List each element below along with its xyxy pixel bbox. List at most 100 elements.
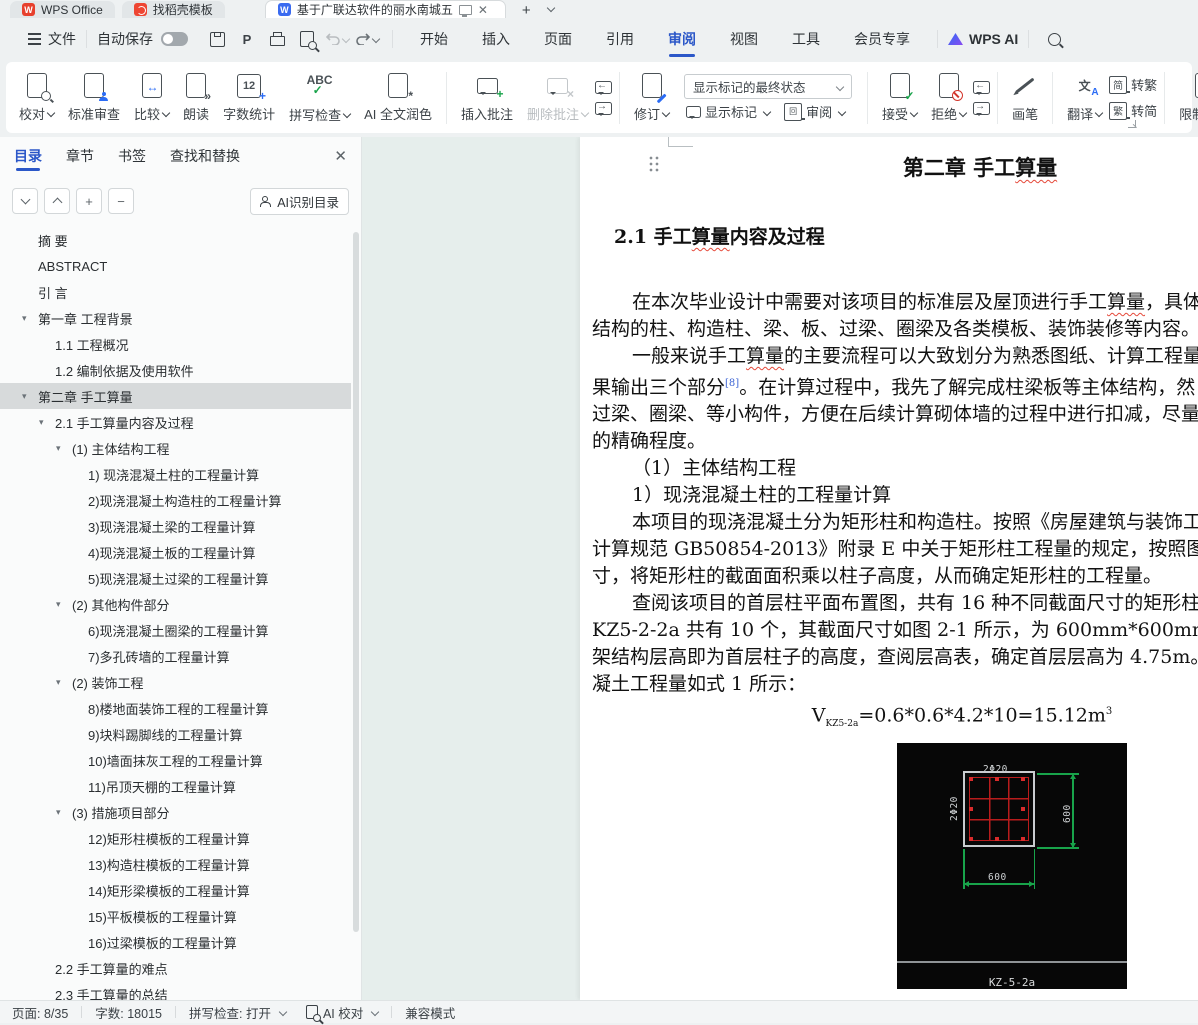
ai-proofread-status[interactable]: AI 校对 (305, 1003, 380, 1022)
ai-polish-button[interactable]: * AI 全文润色 (357, 68, 439, 128)
sidebar-scrollbar[interactable] (353, 232, 359, 932)
new-tab-button[interactable]: + (522, 3, 531, 18)
toc-item[interactable]: ▾ 13)构造柱模板的工程量计算 (0, 851, 351, 877)
close-tab-icon[interactable]: ✕ (478, 4, 488, 16)
ink-brush-button[interactable]: 画笔 (1005, 68, 1045, 128)
word-count-button[interactable]: 12 + 字数统计 (216, 68, 282, 128)
toc-expand-arrow[interactable]: ▾ (22, 313, 38, 324)
sidebar-tab[interactable]: 书签 (118, 137, 146, 175)
word-count-indicator[interactable]: 字数: 18015 (95, 1003, 162, 1022)
traditional-to-simplified-button[interactable]: 繁 转简 (1109, 101, 1157, 120)
previous-comment-icon[interactable]: ← (595, 80, 613, 95)
toc-item[interactable]: ▾ 3)现浇混凝土梁的工程量计算 (0, 513, 351, 539)
proofread-button[interactable]: 校对 (12, 68, 61, 128)
group-expand-icon[interactable] (1128, 120, 1136, 128)
toc-expand-arrow[interactable]: ▾ (22, 391, 38, 402)
print-preview-button[interactable] (292, 27, 322, 51)
previous-revision-icon[interactable]: ← (973, 80, 991, 95)
menu-tab[interactable]: 引用 (589, 18, 651, 60)
toc-expand-all-button[interactable] (12, 188, 38, 214)
toc-item[interactable]: ▾ 6)现浇混凝土圈梁的工程量计算 (0, 617, 351, 643)
toc-item[interactable]: ▾ 15)平板模板的工程量计算 (0, 903, 351, 929)
accept-button[interactable]: ✓ 接受 (875, 68, 924, 128)
toc-item[interactable]: ▾ ABSTRACT (0, 253, 351, 279)
menu-tab[interactable]: 视图 (713, 18, 775, 60)
toc-item[interactable]: ▾ (1) 主体结构工程 (0, 435, 351, 461)
tab-wps-office[interactable]: W WPS Office (10, 1, 115, 18)
toc-expand-arrow[interactable]: ▾ (56, 807, 72, 818)
toc-item[interactable]: ▾ 12)矩形柱模板的工程量计算 (0, 825, 351, 851)
insert-comment-button[interactable]: + 插入批注 (454, 68, 520, 128)
delete-comment-button[interactable]: × 删除批注 (520, 68, 595, 128)
toc-item[interactable]: ▾ 1.1 工程概况 (0, 331, 351, 357)
track-changes-button[interactable]: 修订 (627, 68, 676, 128)
save-button[interactable] (202, 27, 232, 51)
toc-item[interactable]: ▾ 引 言 (0, 279, 351, 305)
wps-ai-button[interactable]: WPS AI (948, 31, 1018, 47)
toc-item[interactable]: ▾ 8)楼地面装饰工程的工程量计算 (0, 695, 351, 721)
markup-state-select[interactable]: 显示标记的最终状态 (684, 74, 853, 99)
sidebar-tab[interactable]: 查找和替换 (170, 137, 240, 175)
toc-item[interactable]: ▾ 第一章 工程背景 (0, 305, 351, 331)
toc-item[interactable]: ▾ (3) 措施项目部分 (0, 799, 351, 825)
toc-expand-arrow[interactable]: ▾ (39, 417, 55, 428)
restrict-editing-button[interactable]: 限制编辑 (1172, 68, 1198, 128)
toc-item[interactable]: ▾ (2) 其他构件部分 (0, 591, 351, 617)
next-comment-icon[interactable]: → (595, 101, 613, 116)
toc-item[interactable]: ▾ 11)吊顶天棚的工程量计算 (0, 773, 351, 799)
menu-tab[interactable]: 页面 (527, 18, 589, 60)
ai-recognize-toc-button[interactable]: AI识别目录 (250, 187, 349, 215)
search-button[interactable] (1039, 27, 1069, 51)
tab-document[interactable]: W 基于广联达软件的丽水南城五 ✕ (264, 0, 506, 18)
review-pane-button[interactable]: 回 审阅 (784, 102, 847, 121)
print-button[interactable] (262, 27, 292, 51)
toc-expand-arrow[interactable]: ▾ (56, 599, 72, 610)
sidebar-tab[interactable]: 章节 (66, 137, 94, 175)
menu-tab[interactable]: 开始 (403, 18, 465, 60)
toc-item[interactable]: ▾ 9)块料踢脚线的工程量计算 (0, 721, 351, 747)
toc-item[interactable]: ▾ 2.2 手工算量的难点 (0, 955, 351, 981)
document-page[interactable]: 第二章 手工算量 2.1 手工算量内容及过程 在本次毕业设计中需要对该项目的标准… (580, 137, 1198, 1000)
spell-check-button[interactable]: ABC 拼写检查 (282, 68, 357, 128)
undo-button[interactable] (322, 27, 352, 51)
toc-item[interactable]: ▾ 10)墙面抹灰工程的工程量计算 (0, 747, 351, 773)
toc-item[interactable]: ▾ 2.3 手工算量的总结 (0, 981, 351, 1001)
page-indicator[interactable]: 页面: 8/35 (12, 1003, 68, 1022)
device-sync-icon[interactable] (458, 4, 472, 17)
toc-zoom-in-button[interactable]: + (76, 188, 102, 214)
toc-item[interactable]: ▾ 2.1 手工算量内容及过程 (0, 409, 351, 435)
spell-check-status[interactable]: 拼写检查: 打开 (189, 1003, 288, 1022)
paragraph-drag-handle-icon[interactable] (648, 155, 659, 172)
tab-docer-templates[interactable]: 找稻壳模板 (121, 1, 225, 18)
toc-item[interactable]: ▾ 1) 现浇混凝土柱的工程量计算 (0, 461, 351, 487)
menu-tab[interactable]: 工具 (775, 18, 837, 60)
translate-button[interactable]: 文A 翻译 (1060, 68, 1109, 128)
menu-tab[interactable]: 插入 (465, 18, 527, 60)
tab-list-dropdown[interactable] (545, 0, 555, 18)
toc-zoom-out-button[interactable]: − (108, 188, 134, 214)
sidebar-tab[interactable]: 目录 (14, 137, 42, 175)
standard-review-button[interactable]: 标准审查 (61, 68, 127, 128)
toc-item[interactable]: ▾ 摘 要 (0, 227, 351, 253)
sidebar-close-icon[interactable]: ✕ (334, 147, 347, 165)
autosave-toggle[interactable] (161, 32, 188, 46)
toc-item[interactable]: ▾ 第二章 手工算量 (0, 383, 351, 409)
autosave-control[interactable]: 自动保存 (97, 29, 188, 49)
toc-item[interactable]: ▾ 1.2 编制依据及使用软件 (0, 357, 351, 383)
reject-button[interactable]: 拒绝 (924, 68, 973, 128)
menu-tab[interactable]: 会员专享 (837, 18, 927, 60)
toc-item[interactable]: ▾ 16)过梁模板的工程量计算 (0, 929, 351, 955)
toc-item[interactable]: ▾ 14)矩形梁模板的工程量计算 (0, 877, 351, 903)
read-aloud-button[interactable]: » 朗读 (176, 68, 216, 128)
export-pdf-button[interactable]: P (232, 27, 262, 51)
next-revision-icon[interactable]: → (973, 101, 991, 116)
toc-item[interactable]: ▾ 2)现浇混凝土构造柱的工程量计算 (0, 487, 351, 513)
redo-button[interactable] (352, 27, 382, 51)
toc-item[interactable]: ▾ 5)现浇混凝土过梁的工程量计算 (0, 565, 351, 591)
toc-expand-arrow[interactable]: ▾ (56, 677, 72, 688)
file-menu[interactable]: 文件 (28, 29, 76, 49)
toc-item[interactable]: ▾ (2) 装饰工程 (0, 669, 351, 695)
compare-button[interactable]: ↔ 比较 (127, 68, 176, 128)
toc-item[interactable]: ▾ 7)多孔砖墙的工程量计算 (0, 643, 351, 669)
show-markup-button[interactable]: 显示标记 (686, 102, 772, 121)
